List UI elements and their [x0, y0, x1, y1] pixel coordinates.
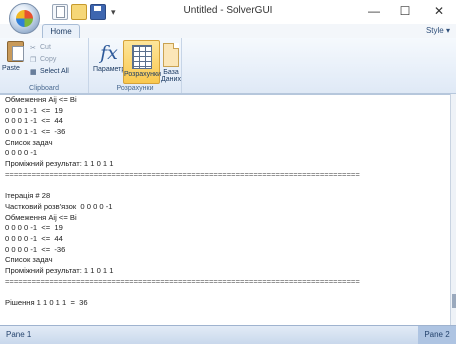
- clipboard-group: Paste ✂ Cut ❐ Copy ▦ Select All Clipboar…: [0, 38, 89, 93]
- output-line: Обмеження Aij <= Bi: [5, 212, 77, 222]
- database-icon: [163, 43, 179, 67]
- output-line: 0 0 0 1 -1 <= 44: [5, 116, 63, 126]
- output-line: Обмеження Aij <= Bi: [5, 95, 77, 104]
- paste-label: Paste: [2, 65, 20, 72]
- output-line: Список задач: [5, 255, 53, 265]
- separator-line: ========================================…: [5, 276, 360, 286]
- minimize-button[interactable]: —: [359, 2, 389, 20]
- output-line: 0 0 0 0 -1: [5, 148, 38, 158]
- parameters-button[interactable]: fx Параметри: [93, 40, 129, 82]
- calculations-group: fx Параметри Розрахунки База Даних Розра…: [89, 38, 182, 93]
- table-icon: [131, 45, 152, 69]
- output-line: 0 0 0 0 -1 <= 44: [5, 233, 63, 243]
- output-line: Частковий розв'язок 0 0 0 0 -1: [5, 201, 113, 211]
- scissors-icon: ✂: [30, 45, 36, 52]
- vertical-scrollbar[interactable]: [450, 94, 456, 325]
- output-line: Рішення 1 1 0 1 1 = 36: [5, 298, 88, 308]
- copy-icon: ❐: [30, 57, 37, 64]
- select-all-icon: ▦: [30, 69, 37, 76]
- output-text-area[interactable]: Обмеження Aij <= Bi 0 0 0 1 -1 <= 19 0 0 0…: [0, 94, 450, 326]
- title-bar: ▾ Untitled - SolverGUI — ☐ ✕: [0, 0, 456, 34]
- calculations-button[interactable]: Розрахунки: [123, 40, 161, 84]
- maximize-button[interactable]: ☐: [390, 2, 420, 20]
- status-pane-1: Pane 1: [6, 330, 32, 339]
- output-line: Список задач: [5, 137, 53, 147]
- paste-button[interactable]: Paste: [2, 41, 26, 77]
- select-all-button[interactable]: ▦ Select All: [30, 68, 69, 76]
- cut-button[interactable]: ✂ Cut: [30, 44, 51, 52]
- style-menu[interactable]: Style ▾: [426, 26, 450, 35]
- ribbon: Paste ✂ Cut ❐ Copy ▦ Select All Clipboar…: [0, 38, 456, 94]
- output-line: 0 0 0 1 -1 <= -36: [5, 127, 66, 137]
- status-bar: Pane 1 Pane 2: [0, 325, 456, 344]
- output-line: Ітерація # 28: [5, 191, 51, 201]
- tab-home[interactable]: Home: [42, 24, 80, 39]
- application-menu-button[interactable]: [9, 3, 40, 34]
- status-pane-2: Pane 2: [418, 326, 456, 344]
- scroll-thumb[interactable]: [452, 294, 456, 308]
- clipboard-group-label: Clipboard: [29, 85, 59, 92]
- copy-button[interactable]: ❐ Copy: [30, 56, 56, 64]
- function-icon: fx: [100, 42, 118, 64]
- output-line: 0 0 0 0 -1 <= 19: [5, 223, 63, 233]
- output-line: Проміжний результат: 1 1 0 1 1: [5, 159, 114, 169]
- database-button[interactable]: База Даних: [160, 40, 182, 83]
- output-line: 0 0 0 1 -1 <= 19: [5, 105, 63, 115]
- close-button[interactable]: ✕: [424, 2, 454, 20]
- output-line: 0 0 0 0 -1 <= -36: [5, 244, 66, 254]
- separator-line: ========================================…: [5, 169, 360, 179]
- calculations-group-label: Розрахунки: [116, 85, 154, 92]
- output-line: Проміжний результат: 1 1 0 1 1: [5, 266, 114, 275]
- app-logo-icon: [16, 10, 33, 27]
